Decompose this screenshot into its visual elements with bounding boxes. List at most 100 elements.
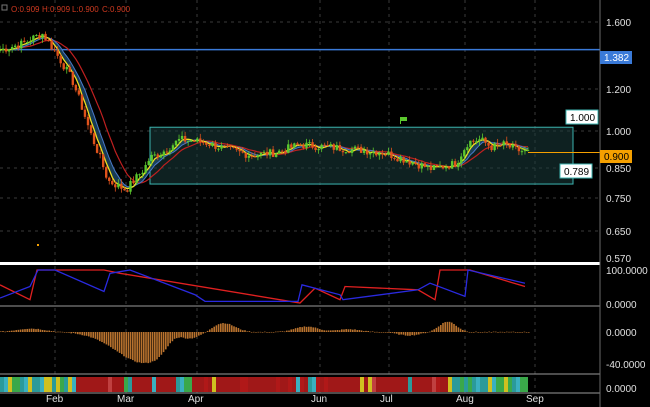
histogram-bar [514, 332, 517, 333]
histogram-bar [187, 332, 189, 339]
histogram-bar [440, 325, 442, 332]
signal-cell [100, 377, 104, 392]
histogram-bar [512, 331, 515, 333]
candle [487, 142, 490, 146]
stock-chart[interactable]: O:0.909 H:0.909 L:0.900 C:0.900 1.600 1.… [0, 0, 650, 407]
candle [123, 188, 126, 191]
signal-cell [492, 377, 496, 392]
signal-cell [352, 377, 356, 392]
candle [526, 150, 530, 152]
time-tick-label: Jun [311, 394, 327, 405]
candle [323, 144, 326, 146]
histogram-bar [46, 330, 48, 332]
candle [199, 138, 202, 143]
histogram-bar [246, 331, 248, 333]
signal-cell [448, 377, 452, 392]
candle [235, 148, 238, 150]
histogram-bar [165, 332, 167, 350]
histogram-bar [39, 329, 42, 332]
candle [356, 146, 360, 148]
histogram-bar [171, 332, 174, 342]
histogram-bar [352, 329, 354, 332]
signal-cell [240, 377, 244, 392]
signal-cell [256, 377, 260, 392]
signal-cell [204, 377, 208, 392]
signal-cell [88, 377, 92, 392]
signal-cell [92, 377, 96, 392]
histogram-bar [446, 321, 449, 332]
signal-cell [232, 377, 236, 392]
candle [375, 151, 378, 156]
price-tick-label: 1.200 [606, 85, 631, 96]
signal-cell [456, 377, 460, 392]
signal-cell [4, 377, 8, 392]
signal-cell [444, 377, 448, 392]
signal-cell [328, 377, 332, 392]
candle [56, 50, 59, 56]
histogram-bar [266, 332, 268, 333]
signal-cell [36, 377, 40, 392]
histogram-bar [506, 331, 508, 333]
candle [141, 172, 144, 175]
candle [47, 40, 50, 42]
histogram-bar [407, 332, 409, 336]
histogram-bar [61, 331, 64, 333]
signal-cell [116, 377, 120, 392]
candle [92, 133, 96, 145]
candle [189, 140, 193, 142]
candle [208, 144, 211, 147]
histogram-bar [154, 332, 156, 361]
histogram-bar [228, 323, 231, 332]
candle [180, 135, 184, 139]
signal-cell [0, 377, 4, 392]
candle [20, 40, 23, 49]
signal-cell [464, 377, 468, 392]
histogram-bar [217, 324, 220, 332]
candle [205, 142, 208, 145]
candle [317, 149, 320, 151]
candle [341, 150, 345, 153]
histogram-bar [50, 331, 53, 332]
hline-price-label: 1.382 [604, 53, 629, 64]
candle [290, 144, 293, 148]
candle [517, 146, 521, 152]
chart-background [0, 0, 650, 407]
price-tick-label: 0.570 [606, 254, 631, 265]
candle [475, 141, 478, 143]
signal-cell [344, 377, 348, 392]
candle [156, 154, 159, 158]
signal-cell [108, 377, 112, 392]
candle [83, 109, 87, 117]
time-tick-label: Sep [526, 394, 544, 405]
histogram-bar [442, 322, 444, 332]
candle [281, 150, 284, 152]
signal-cell [224, 377, 228, 392]
histogram-bar [470, 332, 473, 333]
histogram-bar [376, 331, 378, 333]
histogram-bar [224, 323, 226, 332]
histogram-bar [268, 332, 270, 333]
histogram-bar [369, 331, 372, 333]
signal-cell [420, 377, 424, 392]
candle [420, 163, 423, 169]
histogram-bar [138, 332, 141, 363]
histogram-bar [88, 332, 90, 337]
histogram-bar [222, 322, 224, 332]
histogram-bar [204, 332, 207, 333]
candle [353, 146, 357, 149]
histogram-bar [519, 332, 521, 333]
histogram-bar [457, 327, 460, 332]
signal-cell [336, 377, 340, 392]
histogram-bar [305, 326, 308, 332]
candle [247, 155, 251, 158]
signal-cell [60, 377, 64, 392]
candle [460, 156, 463, 163]
histogram-bar [310, 326, 312, 332]
candle [101, 154, 105, 168]
candle [217, 148, 220, 150]
histogram-bar [250, 331, 253, 333]
signal-cell [296, 377, 300, 392]
histogram-bar [160, 332, 163, 355]
signal-cell [40, 377, 44, 392]
candle [41, 33, 44, 39]
